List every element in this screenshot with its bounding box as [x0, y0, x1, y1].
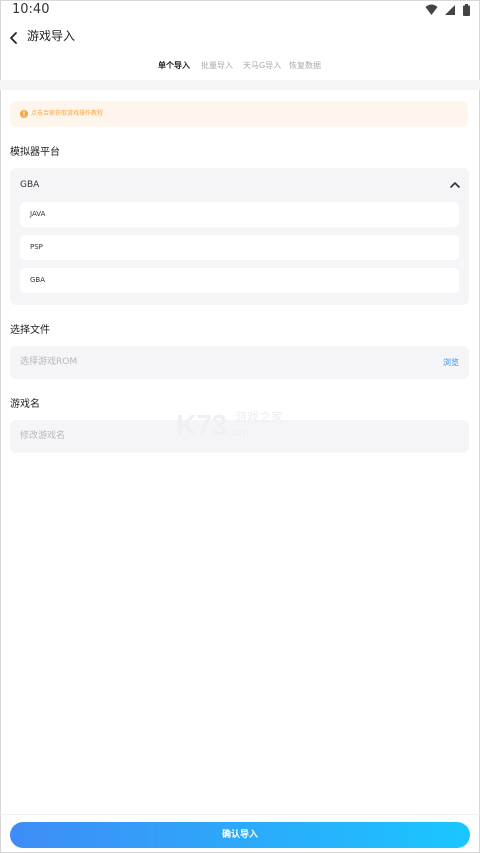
- status-icons: [423, 4, 470, 18]
- platform-dropdown: GBA JAVA PSP GBA: [10, 168, 469, 305]
- wifi-icon: [425, 4, 438, 15]
- platform-option-gba[interactable]: GBA: [20, 268, 459, 293]
- platform-option-label: JAVA: [30, 210, 46, 218]
- watermark-site: 游戏之家: [235, 410, 284, 424]
- signal-icon: [444, 5, 455, 15]
- status-time: 10:40: [12, 2, 50, 17]
- bottom-divider: [0, 814, 480, 815]
- page-title: 游戏导入: [27, 29, 76, 43]
- browse-button[interactable]: 浏览: [443, 357, 459, 369]
- platform-option-label: PSP: [30, 243, 43, 251]
- rom-file-field[interactable]: 选择游戏ROM 浏览: [10, 346, 469, 379]
- file-label: 选择文件: [10, 325, 50, 336]
- rom-file-placeholder: 选择游戏ROM: [20, 357, 78, 367]
- platform-option-java[interactable]: JAVA: [20, 202, 459, 227]
- tip-text: 点击合家获取游戏操作教程: [31, 110, 104, 117]
- watermark: K73 游戏之家 .com: [176, 410, 306, 446]
- import-tabs: 单个导入 批量导入 天马G导入 恢复数据: [0, 58, 480, 78]
- watermark-logo: K73: [176, 410, 227, 442]
- tab-tianma-import[interactable]: 天马G导入: [243, 58, 281, 74]
- watermark-domain: .com: [222, 426, 249, 439]
- game-name-label: 游戏名: [10, 399, 40, 410]
- selected-platform[interactable]: GBA: [20, 180, 39, 190]
- platform-option-label: GBA: [30, 276, 46, 284]
- app-header: 游戏导入: [0, 22, 480, 54]
- tab-batch-import[interactable]: 批量导入: [201, 58, 233, 74]
- platform-label: 模拟器平台: [10, 147, 60, 158]
- battery-icon: [463, 4, 470, 16]
- tab-single-import[interactable]: 单个导入: [158, 58, 190, 74]
- chevron-up-icon[interactable]: [449, 180, 461, 190]
- section-divider: [0, 80, 480, 90]
- tab-restore-data[interactable]: 恢复数据: [289, 58, 321, 74]
- status-bar: 10:40: [0, 0, 480, 22]
- info-icon: [20, 110, 28, 118]
- platform-option-psp[interactable]: PSP: [20, 235, 459, 260]
- confirm-import-button[interactable]: 确认导入: [10, 822, 470, 848]
- tutorial-tip[interactable]: 点击合家获取游戏操作教程: [10, 101, 468, 127]
